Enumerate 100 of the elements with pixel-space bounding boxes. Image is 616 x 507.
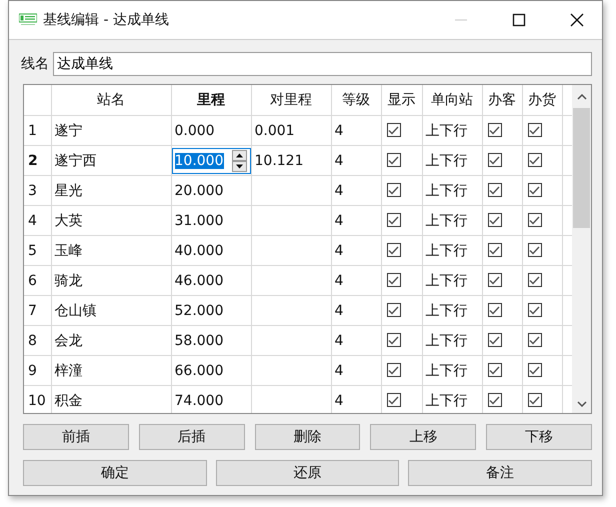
table-cell: 40.000 [171, 236, 251, 266]
mileage-spin-field[interactable]: 10.000 [172, 148, 250, 174]
table-cell: 上下行 [422, 116, 482, 146]
row-header[interactable]: 3 [24, 176, 51, 206]
action-button[interactable]: 后插 [138, 424, 245, 450]
show-checkbox[interactable] [386, 213, 400, 227]
scrollbar-thumb[interactable] [573, 108, 590, 228]
show-checkbox[interactable] [386, 363, 400, 377]
table-cell: 会龙 [51, 326, 171, 356]
table-cell: 4 [331, 176, 381, 206]
show-checkbox[interactable] [386, 333, 400, 347]
table-cell: 0.000 [171, 116, 251, 146]
vertical-scrollbar[interactable] [572, 85, 591, 413]
column-header[interactable]: 显示 [381, 85, 422, 116]
table-cell: 上下行 [422, 326, 482, 356]
passenger-checkbox[interactable] [488, 393, 502, 407]
table-cell: 46.000 [171, 266, 251, 296]
table-cell: 上下行 [422, 206, 482, 236]
scroll-down-icon[interactable] [576, 401, 586, 407]
row-header[interactable]: 7 [24, 296, 51, 326]
freight-checkbox[interactable] [528, 123, 542, 137]
action-button[interactable]: 前插 [23, 424, 129, 450]
window-title: 基线编辑 - 达成单线 [43, 11, 169, 29]
table-cell: 上下行 [422, 236, 482, 266]
table-cell: 4 [331, 206, 381, 236]
show-checkbox[interactable] [386, 183, 400, 197]
app-logo-icon [19, 13, 37, 27]
table-cell: 58.000 [171, 326, 251, 356]
table-cell: 4 [331, 356, 381, 386]
action-button[interactable]: 上移 [370, 424, 476, 450]
spin-arrows-icon[interactable] [232, 150, 246, 172]
action-button[interactable]: 还原 [216, 460, 400, 486]
table-cell: 31.000 [171, 206, 251, 236]
show-checkbox[interactable] [386, 273, 400, 287]
table-cell: 遂宁西 [51, 146, 171, 176]
close-icon[interactable] [570, 13, 584, 27]
row-header[interactable]: 6 [24, 266, 51, 296]
passenger-checkbox[interactable] [488, 363, 502, 377]
freight-checkbox[interactable] [528, 153, 542, 167]
action-button[interactable]: 删除 [254, 424, 360, 450]
maximize-icon[interactable] [512, 13, 526, 27]
passenger-checkbox[interactable] [488, 273, 502, 287]
table-cell: 上下行 [422, 146, 482, 176]
table-cell: 4 [331, 266, 381, 296]
column-header[interactable]: 里程 [171, 85, 251, 116]
column-header[interactable]: 等级 [331, 85, 381, 116]
passenger-checkbox[interactable] [488, 123, 502, 137]
table-cell: 遂宁 [51, 116, 171, 146]
row-header[interactable]: 5 [24, 236, 51, 266]
table-cell: 上下行 [422, 266, 482, 296]
passenger-checkbox[interactable] [488, 333, 502, 347]
show-checkbox[interactable] [386, 393, 400, 407]
table-cell: 骑龙 [51, 266, 171, 296]
show-checkbox[interactable] [386, 303, 400, 317]
table-cell: 10.121 [254, 152, 304, 168]
table-cell: 4 [331, 236, 381, 266]
line-name-field[interactable]: 达成单线 [53, 52, 592, 76]
table-cell: 上下行 [422, 176, 482, 206]
table-cell: 上下行 [422, 356, 482, 386]
action-button[interactable]: 下移 [486, 424, 592, 450]
passenger-checkbox[interactable] [488, 183, 502, 197]
freight-checkbox[interactable] [528, 333, 542, 347]
show-checkbox[interactable] [386, 123, 400, 137]
table-cell: 梓潼 [51, 356, 171, 386]
row-header[interactable]: 9 [24, 356, 51, 386]
row-header[interactable]: 4 [24, 206, 51, 236]
row-header[interactable]: 2 [24, 146, 51, 176]
table-cell: 52.000 [171, 296, 251, 326]
table-cell: 66.000 [171, 356, 251, 386]
column-header[interactable]: 单向站 [422, 85, 482, 116]
passenger-checkbox[interactable] [488, 213, 502, 227]
table-cell: 玉峰 [51, 236, 171, 266]
table-cell: 20.000 [171, 176, 251, 206]
column-header[interactable]: 站名 [51, 85, 171, 116]
row-header[interactable]: 8 [24, 326, 51, 356]
table-cell: 4 [331, 146, 381, 176]
line-name-label: 线名 [21, 55, 49, 73]
freight-checkbox[interactable] [528, 273, 542, 287]
passenger-checkbox[interactable] [488, 153, 502, 167]
table-cell: 4 [331, 326, 381, 356]
column-header[interactable]: 办货 [522, 85, 562, 116]
freight-checkbox[interactable] [528, 243, 542, 257]
action-button[interactable]: 备注 [408, 460, 592, 486]
column-header[interactable]: 对里程 [251, 85, 331, 116]
column-header[interactable]: 办客 [482, 85, 522, 116]
passenger-checkbox[interactable] [488, 243, 502, 257]
freight-checkbox[interactable] [528, 303, 542, 317]
scroll-up-icon[interactable] [576, 94, 586, 100]
table-cell: 4 [331, 296, 381, 326]
action-button[interactable]: 确定 [23, 460, 207, 486]
row-header[interactable]: 1 [24, 116, 51, 146]
show-checkbox[interactable] [386, 243, 400, 257]
freight-checkbox[interactable] [528, 183, 542, 197]
freight-checkbox[interactable] [528, 363, 542, 377]
passenger-checkbox[interactable] [488, 303, 502, 317]
freight-checkbox[interactable] [528, 393, 542, 407]
show-checkbox[interactable] [386, 153, 400, 167]
table-cell: 上下行 [422, 296, 482, 326]
table-cell: 星光 [51, 176, 171, 206]
freight-checkbox[interactable] [528, 213, 542, 227]
